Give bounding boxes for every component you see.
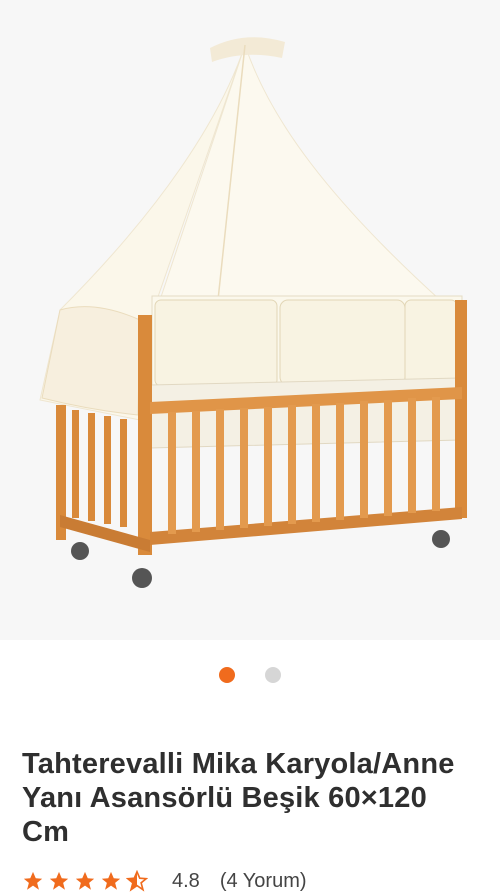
star-icon — [23, 871, 43, 890]
half-star-icon — [126, 870, 148, 892]
star-icon — [101, 871, 121, 890]
star-rating — [22, 870, 148, 892]
pagination-dot-active[interactable] — [219, 667, 235, 683]
product-image-gallery[interactable] — [0, 0, 500, 640]
product-title: Tahterevalli Mika Karyola/Anne Yanı Asan… — [22, 748, 455, 848]
gallery-pagination — [0, 667, 500, 683]
star-icon — [75, 871, 95, 890]
rating-row[interactable]: 4.8 (4 Yorum) — [22, 866, 307, 896]
rating-value: 4.8 — [172, 869, 200, 892]
crib-product-image — [39, 37, 467, 588]
review-count-link[interactable]: (4 Yorum) — [220, 870, 307, 893]
pagination-dot[interactable] — [265, 667, 281, 683]
star-icon — [49, 871, 69, 890]
